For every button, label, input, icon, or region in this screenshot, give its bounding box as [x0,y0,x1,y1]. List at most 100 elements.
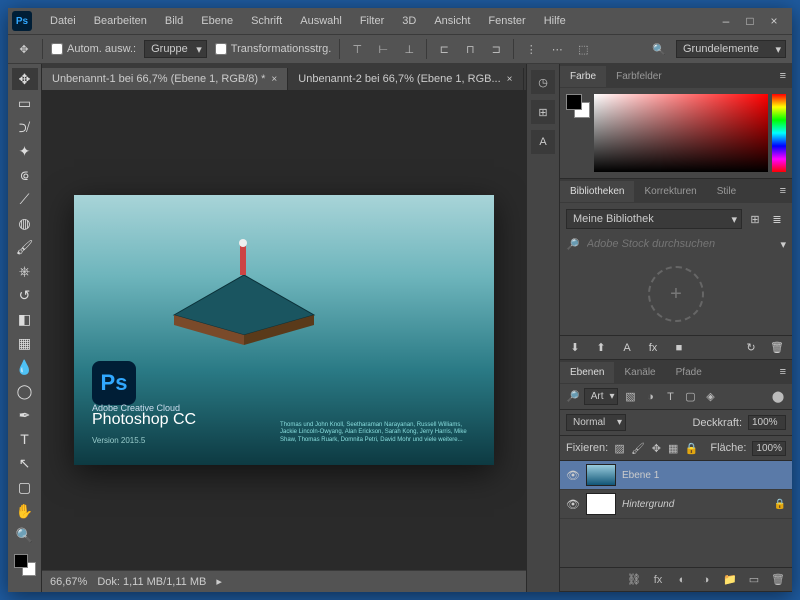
delete-layer-icon[interactable]: 🗑 [770,572,786,588]
workspace-select[interactable]: Grundelemente [676,40,786,58]
pen-tool[interactable]: ✒ [12,404,38,426]
stock-search-input[interactable] [584,235,777,253]
healing-brush-tool[interactable]: ◍ [12,212,38,234]
blur-tool[interactable]: 💧 [12,356,38,378]
zoom-level[interactable]: 66,67% [50,576,87,588]
add-graphic-icon[interactable]: ⬇ [566,339,584,357]
distribute-h-icon[interactable]: ⋮ [522,40,540,58]
visibility-toggle-icon[interactable]: 👁 [566,469,580,482]
status-chevron-icon[interactable]: ▸ [216,575,222,588]
opacity-input[interactable]: 100% [748,415,786,430]
panel-menu-icon[interactable]: ≡ [774,70,792,82]
character-panel-icon[interactable]: A [531,130,555,154]
layer-mask-icon[interactable]: ◐ [674,572,690,588]
menu-filter[interactable]: Filter [352,11,392,31]
canvas[interactable]: Ps Adobe Creative Cloud Photoshop CC Ver… [42,90,526,570]
layer-row[interactable]: 👁 Ebene 1 [560,461,792,490]
library-select[interactable]: Meine Bibliothek [566,209,742,229]
add-layer-style-icon[interactable]: fx [644,339,662,357]
menu-3d[interactable]: 3D [394,11,424,31]
fill-input[interactable]: 100% [752,441,786,456]
filter-toggle-icon[interactable]: ⬤ [770,389,786,405]
tab-kanaele[interactable]: Kanäle [614,362,665,383]
new-layer-icon[interactable]: ▭ [746,572,762,588]
add-char-style-icon[interactable]: ⬆ [592,339,610,357]
auto-select-target[interactable]: Gruppe [144,40,207,58]
blend-mode-select[interactable]: Normal [566,414,626,431]
shape-tool[interactable]: ▢ [12,476,38,498]
library-drop-zone[interactable]: + [566,259,786,329]
lock-pixels-icon[interactable]: 🖌 [631,440,645,456]
tab-korrekturen[interactable]: Korrekturen [634,181,706,202]
close-tab-icon[interactable]: × [271,74,277,85]
chevron-down-icon[interactable]: ▾ [780,238,786,251]
transform-controls-checkbox[interactable]: Transformationsstrg. [215,43,331,55]
hue-slider[interactable] [772,94,786,172]
distribute-v-icon[interactable]: ⋯ [548,40,566,58]
search-icon[interactable]: 🔍 [650,40,668,58]
list-view-icon[interactable]: ≣ [768,210,786,228]
align-left-icon[interactable]: ⊏ [435,40,453,58]
dodge-tool[interactable]: ◯ [12,380,38,402]
grid-view-icon[interactable]: ⊞ [746,210,764,228]
move-tool[interactable]: ✥ [12,68,38,90]
panel-menu-icon[interactable]: ≡ [774,185,792,197]
tab-farbfelder[interactable]: Farbfelder [606,66,672,87]
brush-tool[interactable]: 🖌 [12,236,38,258]
eyedropper-tool[interactable]: ⟋ [12,188,38,210]
hand-tool[interactable]: ✋ [12,500,38,522]
tab-stile[interactable]: Stile [707,181,746,202]
align-right-icon[interactable]: ⊐ [487,40,505,58]
gradient-tool[interactable]: ▦ [12,332,38,354]
add-text-style-icon[interactable]: A [618,339,636,357]
align-top-icon[interactable]: ⊤ [348,40,366,58]
filter-pixel-icon[interactable]: ▧ [622,389,638,405]
tab-ebenen[interactable]: Ebenen [560,362,614,383]
filter-shape-icon[interactable]: ▢ [682,389,698,405]
type-tool[interactable]: T [12,428,38,450]
move-tool-icon[interactable]: ✥ [14,39,34,59]
layer-name[interactable]: Ebene 1 [622,470,786,481]
lock-all-icon[interactable]: 🔒 [685,440,699,456]
tab-pfade[interactable]: Pfade [666,362,712,383]
align-hcenter-icon[interactable]: ⊓ [461,40,479,58]
3d-mode-icon[interactable]: ⬚ [574,40,592,58]
tab-farbe[interactable]: Farbe [560,66,606,87]
marquee-tool[interactable]: ▭ [12,92,38,114]
menu-hilfe[interactable]: Hilfe [536,11,574,31]
add-to-library-icon[interactable]: + [648,266,704,322]
color-swatch[interactable] [14,554,36,576]
zoom-tool[interactable]: 🔍 [12,524,38,546]
magic-wand-tool[interactable]: ✦ [12,140,38,162]
filter-adjust-icon[interactable]: ◑ [642,389,658,405]
menu-bearbeiten[interactable]: Bearbeiten [86,11,155,31]
layer-fx-icon[interactable]: fx [650,572,666,588]
layer-name[interactable]: Hintergrund [622,499,768,510]
menu-fenster[interactable]: Fenster [480,11,533,31]
lasso-tool[interactable]: ⟉ [12,116,38,138]
properties-panel-icon[interactable]: ⊞ [531,100,555,124]
menu-datei[interactable]: Datei [42,11,84,31]
history-brush-tool[interactable]: ↺ [12,284,38,306]
link-layers-icon[interactable]: ⛓ [626,572,642,588]
history-panel-icon[interactable]: ◷ [531,70,555,94]
lock-artboard-icon[interactable]: ▦ [668,440,679,456]
align-vcenter-icon[interactable]: ⊢ [374,40,392,58]
document-tab-2[interactable]: Unbenannt-2 bei 66,7% (Ebene 1, RGB...× [288,68,523,90]
lock-transparency-icon[interactable]: ▨ [614,440,625,456]
layer-row[interactable]: 👁 Hintergrund 🔒 [560,490,792,519]
maximize-button[interactable]: □ [742,13,758,29]
panel-menu-icon[interactable]: ≡ [774,366,792,378]
filter-type-icon[interactable]: T [662,389,678,405]
menu-ansicht[interactable]: Ansicht [426,11,478,31]
clone-stamp-tool[interactable]: ⎈ [12,260,38,282]
color-picker[interactable] [560,88,792,178]
adjustment-layer-icon[interactable]: ◑ [698,572,714,588]
document-tab-1[interactable]: Unbenannt-1 bei 66,7% (Ebene 1, RGB/8) *… [42,68,288,90]
crop-tool[interactable]: ⟃ [12,164,38,186]
align-bottom-icon[interactable]: ⊥ [400,40,418,58]
eraser-tool[interactable]: ◧ [12,308,38,330]
close-tab-icon[interactable]: × [507,74,513,85]
layer-filter-select[interactable]: Art [584,388,619,405]
lock-position-icon[interactable]: ✥ [651,440,662,456]
